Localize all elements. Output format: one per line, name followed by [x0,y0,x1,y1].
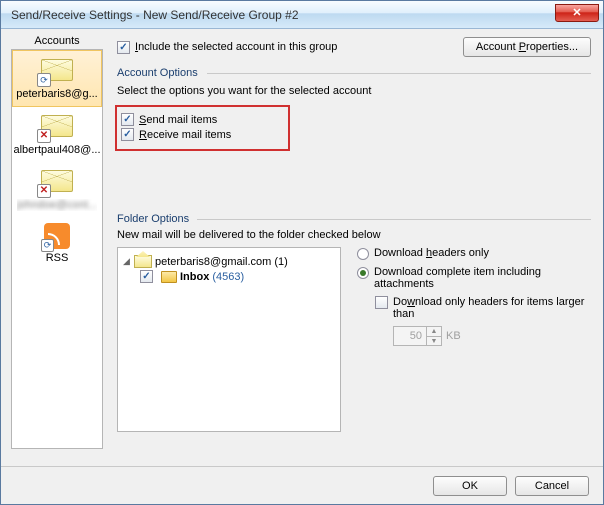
tree-inbox[interactable]: Inbox (4563) [122,269,336,284]
open-envelope-icon [134,255,152,268]
account-options-desc: Select the options you want for the sele… [117,85,591,97]
dialog-window: Send/Receive Settings - New Send/Receive… [0,0,604,505]
size-limit-unit: KB [446,330,461,342]
size-limit-input[interactable] [394,327,426,345]
titlebar[interactable]: Send/Receive Settings - New Send/Receive… [1,1,603,29]
download-complete-radio[interactable] [357,267,369,279]
dialog-footer: OK Cancel [1,466,603,504]
accounts-list[interactable]: ⟳ peterbaris8@g... ✕ albertpaul408@... ✕ [11,49,103,449]
inbox-label: Inbox [180,271,209,283]
main-panel: Include the selected account in this gro… [109,29,603,466]
close-icon: ✕ [572,6,581,19]
envelope-icon: ⟳ [39,57,75,85]
ok-button[interactable]: OK [433,476,507,496]
download-limit-label[interactable]: Download only headers for items larger t… [393,296,591,320]
account-label: johndoe@cont... [17,199,97,211]
download-complete-label[interactable]: Download complete item including attachm… [374,266,591,290]
include-account-checkbox[interactable] [117,41,130,54]
receive-mail-label[interactable]: Receive mail items [139,129,231,141]
account-properties-button[interactable]: Account Properties... [463,37,591,57]
folder-icon [161,271,177,283]
folder-options-group-title: Folder Options [117,213,591,225]
sidebar-header: Accounts [11,35,103,47]
envelope-icon: ✕ [39,168,75,196]
include-account-label[interactable]: Include the selected account in this gro… [135,41,337,53]
tree-root-count: (1) [274,256,287,268]
account-label: peterbaris8@g... [16,88,98,100]
accounts-sidebar: Accounts ⟳ peterbaris8@g... ✕ albertpaul… [1,29,109,466]
window-title: Send/Receive Settings - New Send/Receive… [11,8,555,22]
account-item-peterbaris[interactable]: ⟳ peterbaris8@g... [12,50,102,107]
spin-down-icon[interactable]: ▼ [427,337,441,346]
account-item-albertpaul[interactable]: ✕ albertpaul408@... [12,107,102,162]
send-mail-checkbox[interactable] [121,113,134,126]
refresh-badge-icon: ⟳ [37,73,51,87]
account-item-rss[interactable]: ⟳ RSS [12,217,102,270]
collapse-toggle-icon[interactable]: ◢ [122,257,131,266]
highlighted-options-box: Send mail items Receive mail items [115,105,290,151]
download-headers-label[interactable]: Download headers only [374,247,489,259]
account-options-group-title: Account Options [117,67,591,79]
refresh-badge-icon: ⟳ [41,239,54,252]
account-label: albertpaul408@... [14,144,101,156]
inbox-checkbox[interactable] [140,270,153,283]
account-label: RSS [46,252,69,264]
error-badge-icon: ✕ [37,184,51,198]
send-mail-label[interactable]: Send mail items [139,114,217,126]
download-limit-checkbox[interactable] [375,296,388,309]
cancel-button[interactable]: Cancel [515,476,589,496]
folder-options-desc: New mail will be delivered to the folder… [117,229,591,241]
download-options: Download headers only Download complete … [351,247,591,346]
close-button[interactable]: ✕ [555,4,599,22]
tree-root[interactable]: ◢ peterbaris8@gmail.com (1) [122,254,336,269]
receive-mail-checkbox[interactable] [121,128,134,141]
size-limit-spinner[interactable]: ▲ ▼ [393,326,442,346]
error-badge-icon: ✕ [37,129,51,143]
tree-root-label: peterbaris8@gmail.com [155,256,271,268]
spin-up-icon[interactable]: ▲ [427,327,441,337]
account-item-blurred[interactable]: ✕ johndoe@cont... [12,162,102,217]
inbox-count: (4563) [212,271,244,283]
rss-feed-icon: ⟳ [44,223,70,249]
folder-tree[interactable]: ◢ peterbaris8@gmail.com (1) Inbox (4563) [117,247,341,432]
download-headers-radio[interactable] [357,248,369,260]
envelope-icon: ✕ [39,113,75,141]
